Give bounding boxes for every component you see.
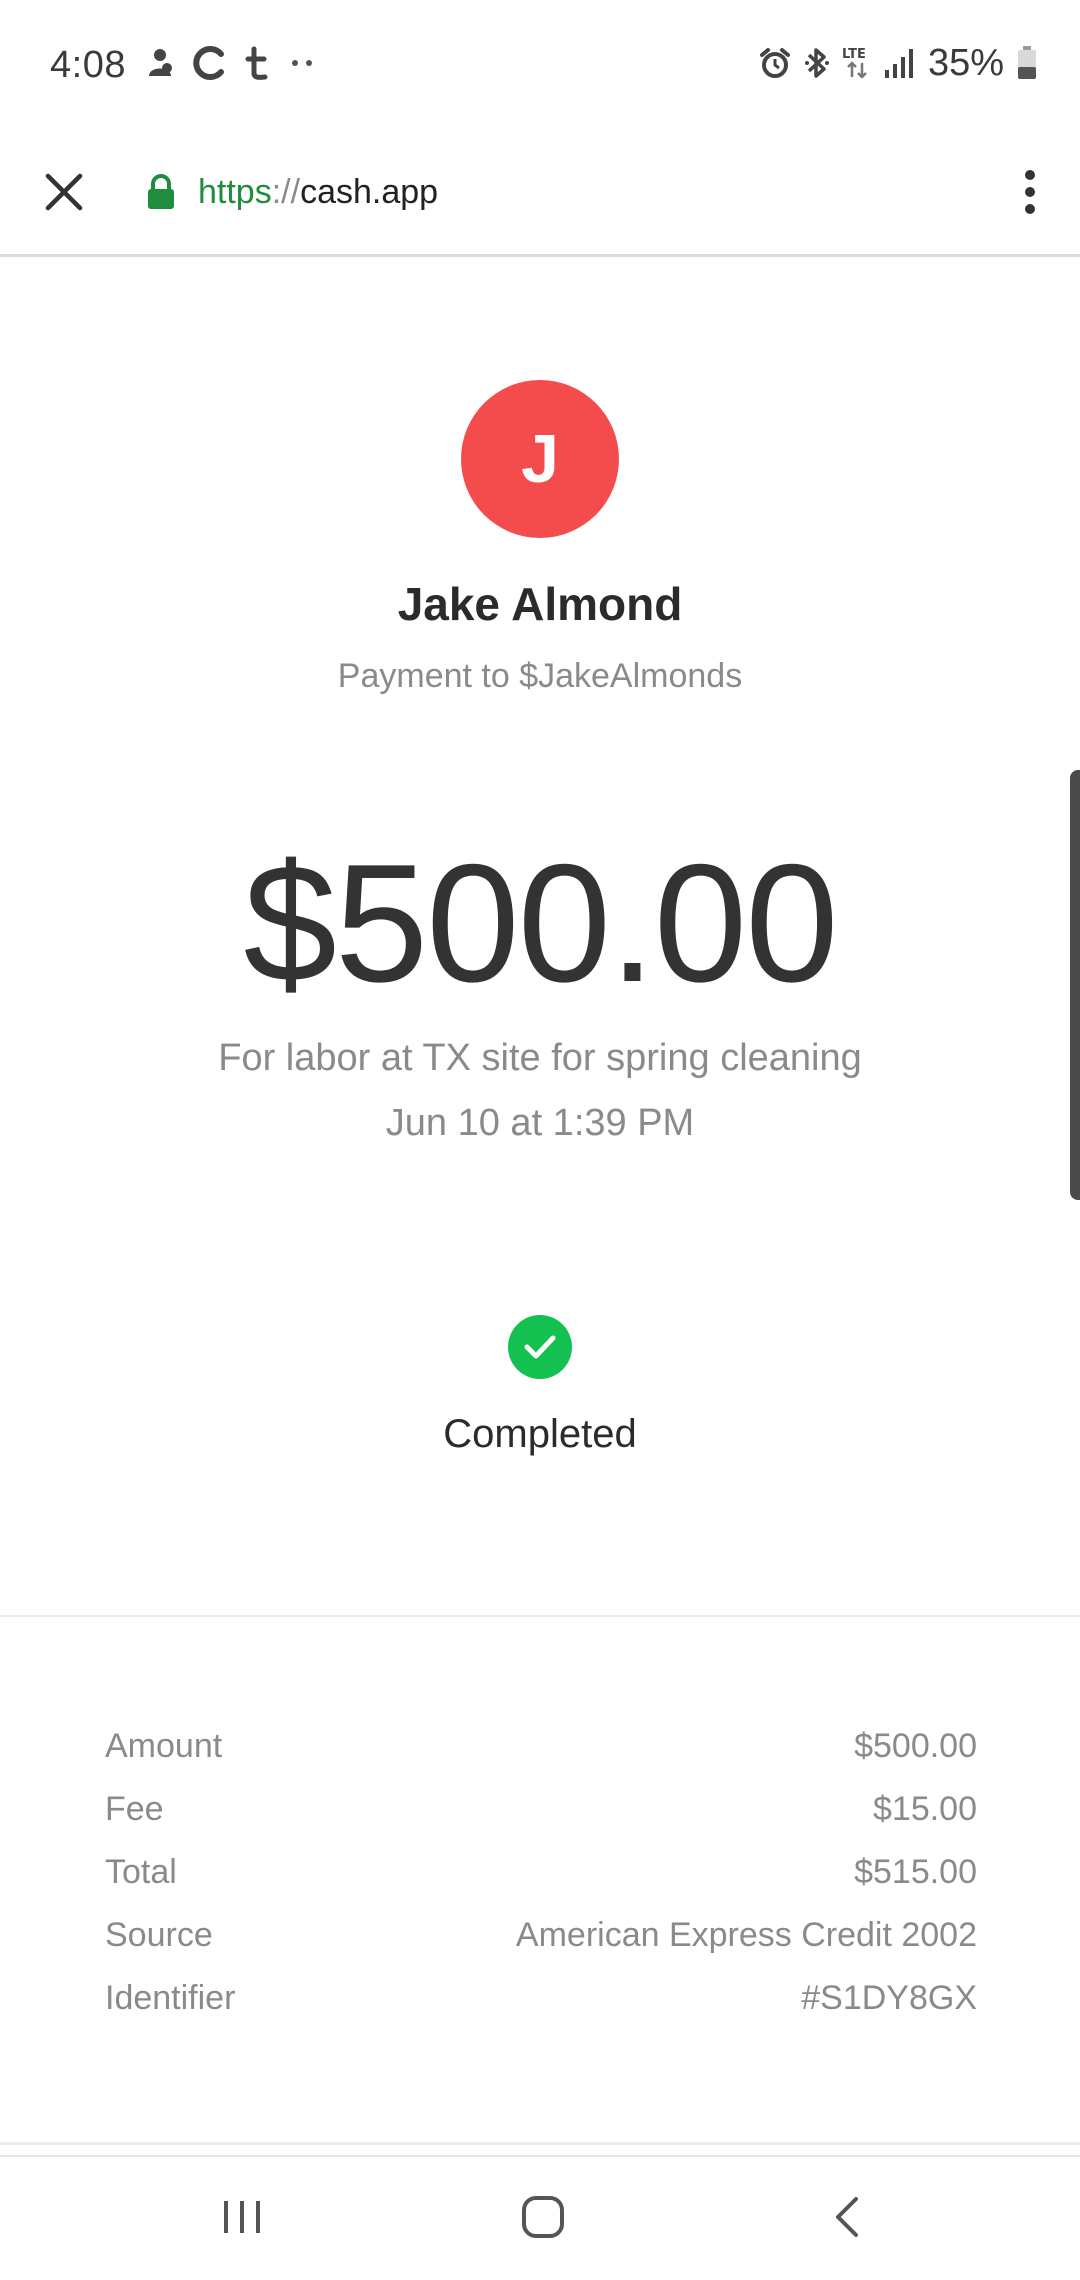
detail-row-identifier: Identifier #S1DY8GX: [105, 1979, 977, 2042]
alarm-icon: [759, 48, 790, 78]
detail-label: Identifier: [105, 1979, 236, 2017]
payment-receipt: J Jake Almond Payment to $JakeAlmonds $5…: [0, 257, 1080, 2152]
recipient-name: Jake Almond: [397, 578, 683, 630]
back-icon: [836, 2197, 858, 2237]
payment-status: Completed: [443, 1412, 637, 1456]
navigation-bar: [0, 2155, 1080, 2280]
home-icon: [522, 2196, 564, 2238]
close-button[interactable]: [30, 158, 98, 226]
url-text: https://cash.app: [198, 173, 438, 212]
detail-value: $500.00: [854, 1727, 977, 1765]
payment-details: Amount $500.00 Fee $15.00 Total $515.00 …: [105, 1727, 977, 2042]
home-button[interactable]: [483, 2177, 603, 2257]
url-scheme: https: [198, 172, 272, 211]
divider: [0, 1615, 1080, 1617]
detail-label: Total: [105, 1853, 177, 1891]
detail-label: Amount: [105, 1727, 223, 1765]
scrollbar-handle[interactable]: [1070, 770, 1080, 1200]
notification-icon: [149, 49, 172, 76]
divider: [0, 2142, 1080, 2145]
recents-button[interactable]: [182, 2177, 302, 2257]
url-host: cash.app: [300, 172, 439, 211]
detail-value: American Express Credit 2002: [515, 1916, 977, 1954]
signal-icon: [884, 49, 913, 78]
detail-label: Fee: [105, 1790, 164, 1828]
check-circle-icon: [508, 1315, 572, 1379]
close-icon: [45, 173, 83, 211]
cash-app-payment-screen: 4:08 LTE 35% https://cash.app J Jake Alm…: [0, 0, 1080, 2280]
payment-date: Jun 10 at 1:39 PM: [385, 1102, 695, 1144]
detail-row-fee: Fee $15.00: [105, 1790, 977, 1853]
tumblr-icon: [245, 46, 268, 80]
url-separator: ://: [271, 172, 301, 211]
detail-label: Source: [105, 1916, 213, 1954]
avatar: J: [461, 380, 619, 538]
detail-row-total: Total $515.00: [105, 1853, 977, 1916]
detail-value: $515.00: [854, 1853, 977, 1891]
svg-text:LTE: LTE: [842, 47, 866, 62]
check-icon: [524, 1335, 556, 1359]
bluetooth-icon: [804, 48, 829, 78]
back-button[interactable]: [787, 2177, 907, 2257]
payment-subtitle: Payment to $JakeAlmonds: [337, 657, 743, 695]
detail-row-source: Source American Express Credit 2002: [105, 1916, 977, 1979]
status-bar: 4:08 LTE 35%: [0, 0, 1080, 130]
status-right-icons: LTE 35%: [758, 40, 1038, 86]
detail-value: #S1DY8GX: [801, 1979, 977, 2017]
lte-icon: LTE: [842, 47, 867, 79]
more-vert-icon: [1025, 170, 1035, 214]
battery-percent: 35%: [927, 41, 1004, 84]
recents-icon: [224, 2201, 260, 2233]
battery-icon: [1018, 46, 1036, 79]
detail-value: $15.00: [873, 1790, 977, 1828]
payment-note: For labor at TX site for spring cleaning: [218, 1037, 862, 1079]
lock-icon: [148, 174, 174, 209]
detail-row-amount: Amount $500.00: [105, 1727, 977, 1790]
status-time: 4:08: [50, 44, 126, 86]
address-bar[interactable]: https://cash.app: [146, 160, 438, 224]
payment-amount: $500.00: [243, 829, 838, 1017]
browser-toolbar: https://cash.app: [0, 130, 1080, 257]
browser-menu-button[interactable]: [1000, 158, 1060, 226]
c-app-icon: [193, 46, 224, 80]
status-left-icons: [145, 40, 317, 86]
more-dots-icon: [292, 60, 312, 66]
avatar-initial: J: [521, 421, 559, 497]
